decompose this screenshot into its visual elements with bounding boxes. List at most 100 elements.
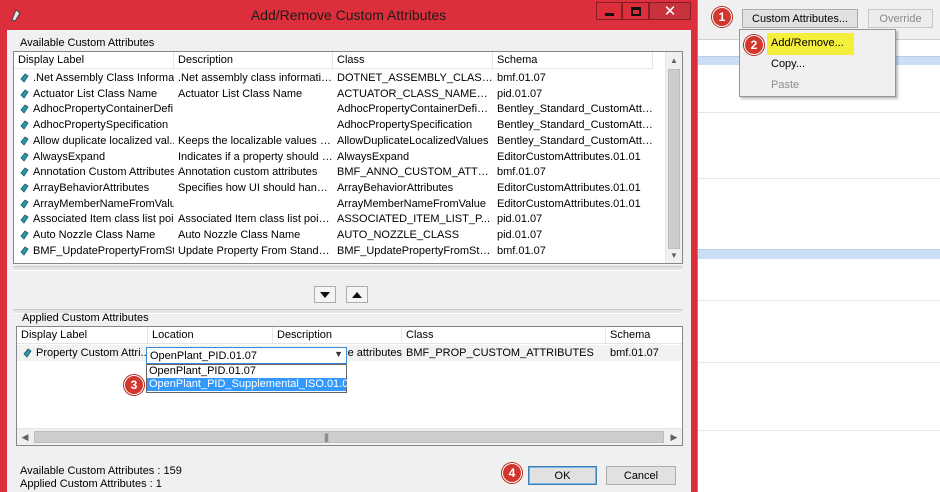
applied-row-label-text: Property Custom Attri... (36, 347, 148, 359)
table-row[interactable]: Allow duplicate localized val... Keeps th… (14, 133, 653, 149)
table-cell: ArrayBehaviorAttributes (14, 180, 174, 196)
table-cell: BMF_ANNO_CUSTOM_ATTRI... (333, 164, 493, 180)
table-cell-text: Indicates if a property should al... (178, 150, 333, 163)
column-header-description[interactable]: Description (273, 327, 402, 344)
cancel-button[interactable]: Cancel (606, 466, 676, 485)
table-cell: Annotation Custom Attributes (14, 164, 174, 180)
table-cell: ArrayBehaviorAttributes (333, 180, 493, 196)
table-cell (174, 196, 333, 212)
table-cell-text: ArrayMemberNameFromValue (337, 197, 486, 210)
table-cell-text: AllowDuplicateLocalizedValues (337, 134, 489, 147)
attribute-icon (20, 89, 29, 99)
custom-attributes-button[interactable]: Custom Attributes... (742, 9, 858, 28)
location-options: OpenPlant_PID.01.07 OpenPlant_PID_Supple… (146, 364, 354, 393)
column-header-display-label[interactable]: Display Label (17, 327, 148, 344)
table-cell: Update Property From Standard... (174, 243, 333, 259)
table-row[interactable]: AdhocPropertyContainerDefi... AdhocProper… (14, 101, 653, 117)
table-row[interactable]: Actuator List Class Name Actuator List Cl… (14, 86, 653, 102)
attribute-icon (20, 73, 29, 83)
table-row[interactable]: ArrayBehaviorAttributes Specifies how UI … (14, 180, 653, 196)
scroll-left-arrow-icon[interactable]: ◀ (17, 429, 33, 445)
table-cell: Indicates if a property should al... (174, 149, 333, 165)
available-list-header: Display Label Description Class Schema (14, 52, 653, 69)
table-cell: Annotation custom attributes (174, 164, 333, 180)
table-row[interactable]: .Net Assembly Class Informat... .Net asse… (14, 70, 653, 86)
attribute-icon (20, 246, 29, 256)
table-cell-text: Specifies how UI should handle... (178, 181, 333, 194)
available-attributes-list[interactable]: Display Label Description Class Schema .… (13, 51, 683, 264)
arrow-down-icon (320, 291, 330, 298)
table-cell-text: ArrayBehaviorAttributes (337, 181, 454, 194)
title-bar[interactable]: Add/Remove Custom Attributes ✕ (0, 0, 697, 30)
scroll-right-arrow-icon[interactable]: ▶ (666, 429, 682, 445)
attribute-icon (20, 136, 29, 146)
location-option[interactable]: OpenPlant_PID.01.07 (147, 365, 346, 378)
table-row[interactable]: Auto Nozzle Class Name Auto Nozzle Class … (14, 227, 653, 243)
table-cell: EditorCustomAttributes.01.01 (493, 149, 653, 165)
table-cell-text: Actuator List Class Name (178, 87, 303, 100)
table-cell: .Net Assembly Class Informat... (14, 70, 174, 86)
table-cell-text: AdhocPropertySpecification (337, 119, 473, 132)
table-row[interactable]: Annotation Custom Attributes Annotation c… (14, 164, 653, 180)
applied-horizontal-scrollbar[interactable]: ◀ ||| ▶ (17, 428, 682, 445)
move-down-button[interactable] (314, 286, 336, 303)
close-button[interactable]: ✕ (649, 2, 691, 20)
table-cell-text: Update Property From Standard... (178, 244, 333, 257)
attribute-icon (20, 214, 29, 224)
location-option-selected[interactable]: OpenPlant_PID_Supplemental_ISO.01.07 (147, 378, 354, 391)
applied-row[interactable]: Property Custom Attri... e attributes BM… (17, 345, 682, 361)
table-cell-text: AlwaysExpand (337, 150, 410, 163)
table-cell-text: bmf.01.07 (497, 244, 546, 257)
column-header-schema[interactable]: Schema (493, 52, 653, 69)
column-header-class[interactable]: Class (402, 327, 606, 344)
menu-item-add-remove[interactable]: Add/Remove... (771, 37, 844, 49)
location-dropdown[interactable]: OpenPlant_PID.01.07 ▼ (146, 347, 347, 364)
column-header-location[interactable]: Location (148, 327, 273, 344)
table-cell: Bentley_Standard_CustomAttrib... (493, 101, 653, 117)
override-button[interactable]: Override (868, 9, 933, 28)
move-up-button[interactable] (346, 286, 368, 303)
table-cell-text: .Net assembly class information (178, 72, 333, 84)
table-cell-text: Auto Nozzle Class Name (178, 229, 301, 241)
table-cell-text: Annotation custom attributes (178, 166, 318, 179)
column-header-class[interactable]: Class (333, 52, 493, 69)
table-row[interactable]: Associated Item class list poi... Associa… (14, 211, 653, 227)
table-cell: ACTUATOR_CLASS_NAME_L... (333, 86, 493, 102)
table-cell-text: Bentley_Standard_CustomAttrib... (497, 103, 653, 116)
table-row[interactable]: AdhocPropertySpecification AdhocPropertyS… (14, 117, 653, 133)
column-header-description[interactable]: Description (174, 52, 333, 69)
location-dropdown-value: OpenPlant_PID.01.07 (150, 350, 258, 362)
table-cell: Allow duplicate localized val... (14, 133, 174, 149)
menu-item-paste[interactable]: Paste (771, 79, 799, 91)
table-cell: BMF_UpdatePropertyFromSt... (14, 243, 174, 259)
table-row[interactable]: BMF_UpdatePropertyFromSt... Update Proper… (14, 243, 653, 259)
scroll-down-arrow-icon[interactable]: ▼ (666, 247, 682, 263)
column-header-display-label[interactable]: Display Label (14, 52, 174, 69)
scroll-thumb[interactable] (668, 69, 680, 249)
horizontal-scroll-thumb[interactable] (34, 431, 664, 443)
table-row[interactable]: AlwaysExpand Indicates if a property shou… (14, 149, 653, 165)
splitter[interactable] (13, 266, 682, 271)
table-row[interactable]: ArrayMemberNameFromValue ArrayMemberNameF… (14, 196, 653, 212)
table-cell (174, 117, 333, 133)
ok-button[interactable]: OK (528, 466, 597, 485)
gridline (698, 178, 940, 179)
table-cell-text: BMF_UpdatePropertyFromStan... (337, 244, 493, 257)
table-cell (174, 101, 333, 117)
available-vertical-scrollbar[interactable]: ▲ ▼ (665, 52, 682, 263)
table-cell: bmf.01.07 (493, 164, 653, 180)
attribute-icon (20, 230, 29, 240)
menu-item-copy[interactable]: Copy... (771, 58, 805, 70)
table-cell: Bentley_Standard_CustomAttrib... (493, 133, 653, 149)
grip-icon: ||| (324, 432, 329, 442)
minimize-button[interactable] (596, 2, 622, 20)
table-cell-text: Actuator List Class Name (33, 87, 158, 100)
column-header-schema[interactable]: Schema (606, 327, 682, 344)
chevron-down-icon[interactable]: ▼ (334, 349, 343, 359)
table-cell: BMF_UpdatePropertyFromStan... (333, 243, 493, 259)
table-cell-text: Associated Item class list pointer (178, 213, 333, 226)
table-cell-text: AdhocPropertyContainerDefi... (33, 103, 174, 116)
scroll-up-arrow-icon[interactable]: ▲ (666, 52, 682, 68)
table-cell: Associated Item class list poi... (14, 211, 174, 227)
maximize-button[interactable] (622, 2, 649, 20)
